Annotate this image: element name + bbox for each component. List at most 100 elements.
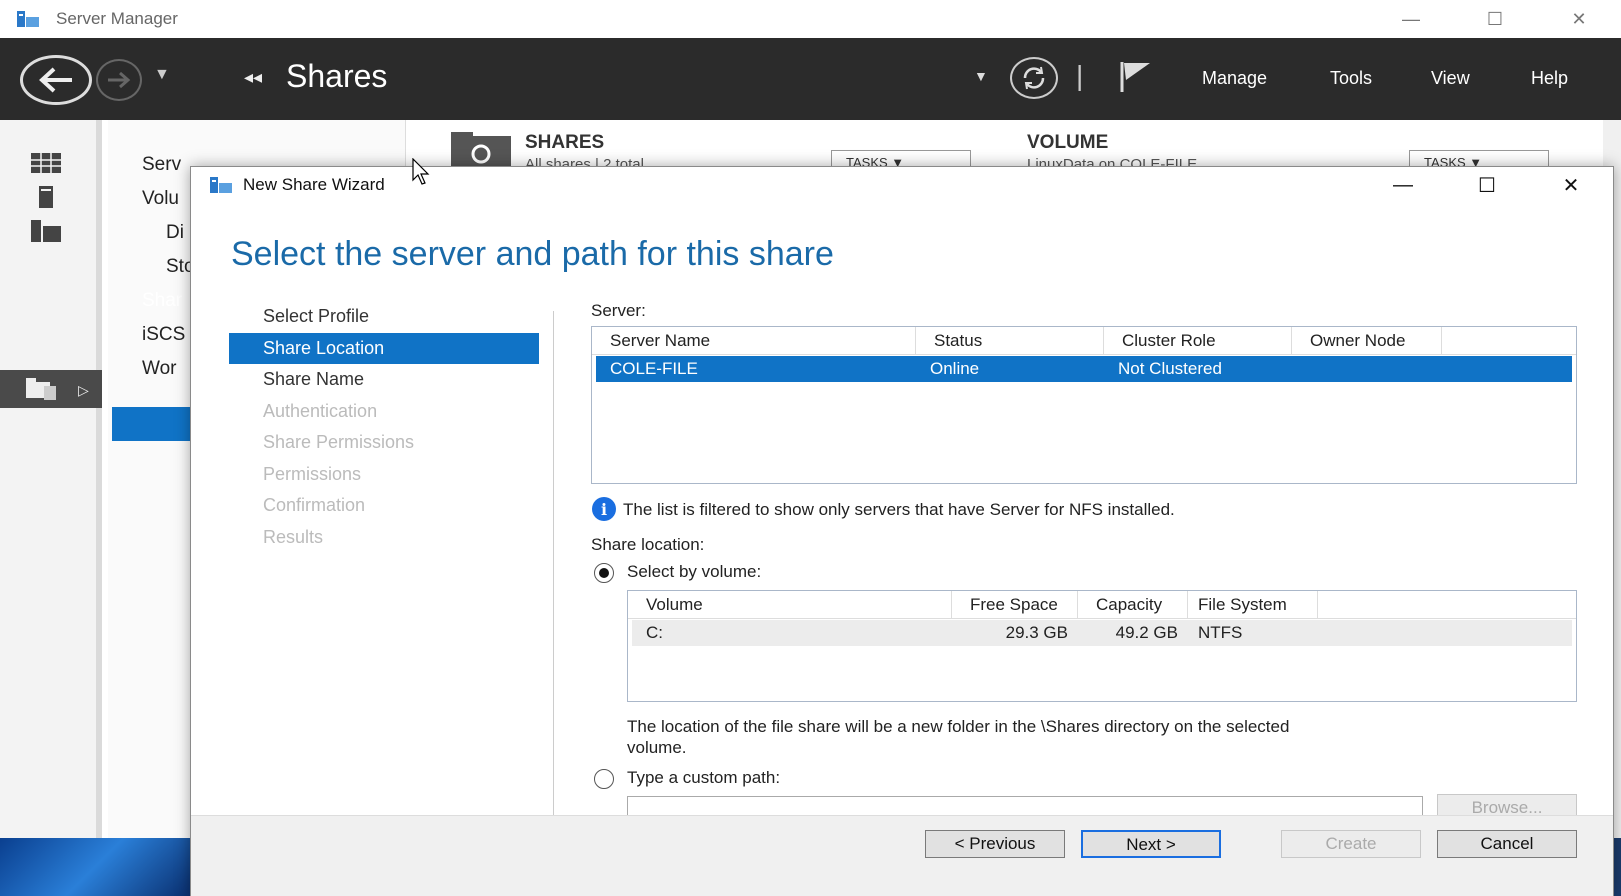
cell-server-name: COLE-FILE [610,359,698,378]
menu-tools[interactable]: Tools [1330,68,1372,89]
previous-button[interactable]: < Previous [925,830,1065,858]
filter-info-text: The list is filtered to show only server… [623,500,1175,519]
column-owner-node[interactable]: Owner Node [1292,327,1442,355]
step-share-name[interactable]: Share Name [229,364,539,396]
step-confirmation: Confirmation [263,495,366,515]
chevron-down-icon[interactable]: ▼ [974,68,988,84]
shares-section-title: SHARES [525,132,605,153]
notifications-button[interactable] [1118,60,1154,99]
column-status[interactable]: Status [916,327,1104,355]
cell-capacity: 49.2 GB [1115,623,1178,642]
window-titlebar: Server Manager — ☐ ✕ [0,0,1621,38]
next-button[interactable]: Next > [1081,830,1221,858]
wizard-footer: < Previous Next > Create Cancel [191,815,1613,896]
wizard-steps: Select Profile Share Location Share Name… [229,301,539,553]
volume-table: Volume Free Space Capacity File System C… [627,590,1577,702]
column-file-system[interactable]: File System [1188,591,1318,619]
location-note-line1: The location of the file share will be a… [627,717,1290,736]
grid-icon [31,153,61,173]
step-share-location[interactable]: Share Location [229,332,539,364]
select-by-volume-label[interactable]: Select by volume: [627,562,761,582]
all-servers-icon[interactable] [30,220,62,242]
wizard-title: New Share Wizard [243,175,385,194]
cell-status: Online [930,359,980,378]
maximize-button[interactable]: ☐ [1453,0,1537,38]
column-free-space[interactable]: Free Space [952,591,1078,619]
back-button[interactable] [20,55,92,105]
nav-item-work-folders[interactable]: Wor [142,358,176,380]
file-storage-icon[interactable] [26,378,58,400]
info-icon: i [592,497,616,521]
share-location-label: Share location: [591,535,705,554]
custom-path-radio[interactable] [594,769,614,789]
cell-file-system: NTFS [1198,623,1243,642]
server-row-cole-file[interactable]: COLE-FILE Online Not Clustered [596,356,1572,382]
column-server-name[interactable]: Server Name [592,327,916,355]
left-icon-bar: ▷ [0,120,102,838]
menu-help[interactable]: Help [1531,68,1568,89]
desktop-background [0,838,190,896]
steps-divider [553,311,554,821]
step-share-permissions: Share Permissions [263,432,415,452]
history-dropdown-icon[interactable]: ▼ [154,66,170,84]
server-icon [39,186,53,208]
arrow-left-icon [39,67,72,93]
folder-server-icon [26,378,56,400]
mouse-cursor-icon [412,158,430,185]
nav-item-iscsi[interactable]: iSCS [142,324,185,346]
flag-icon [1120,62,1150,92]
step-select-profile[interactable]: Select Profile [229,301,539,333]
server-label: Server: [591,301,646,320]
breadcrumb-arrows-icon: ◂◂ [244,67,263,87]
wizard-heading: Select the server and path for this shar… [231,235,834,273]
cell-free-space: 29.3 GB [1005,623,1068,642]
location-note-line2: volume. [627,738,687,757]
step-permissions: Permissions [263,463,362,484]
step-results: Results [263,526,324,547]
expand-arrow-icon[interactable]: ▷ [78,382,89,399]
menu-manage[interactable]: Manage [1202,68,1267,89]
wizard-maximize-button[interactable]: ☐ [1445,167,1529,203]
select-by-volume-radio[interactable] [594,563,614,583]
forward-button[interactable] [96,59,142,101]
volume-section-title: VOLUME [1027,132,1109,153]
wizard-minimize-button[interactable]: — [1361,167,1445,203]
column-volume[interactable]: Volume [628,591,952,619]
nav-item-disks[interactable]: Di [166,222,184,244]
shares-folder-icon [451,132,511,168]
cell-cluster-role: Not Clustered [1118,359,1222,378]
volume-table-header: Volume Free Space Capacity File System [628,591,1576,619]
nav-item-volumes[interactable]: Volu [142,188,179,210]
refresh-button[interactable] [1010,57,1058,99]
column-cluster-role[interactable]: Cluster Role [1104,327,1292,355]
create-button[interactable]: Create [1281,830,1421,858]
app-header: ▼ ◂◂ Shares ▼ | Manage Tools View Help [0,38,1621,120]
nav-item-servers[interactable]: Serv [142,154,181,176]
dashboard-icon[interactable] [30,152,62,174]
column-capacity[interactable]: Capacity [1078,591,1188,619]
wizard-app-icon [210,177,232,193]
header-separator: | [1076,60,1084,91]
custom-path-label[interactable]: Type a custom path: [627,768,780,788]
volume-row-c[interactable]: C: 29.3 GB 49.2 GB NTFS [632,620,1572,646]
server-table: Server Name Status Cluster Role Owner No… [591,326,1577,484]
new-share-wizard-dialog: New Share Wizard — ☐ ✕ Select the server… [190,166,1614,896]
server-table-header: Server Name Status Cluster Role Owner No… [592,327,1576,355]
cancel-button[interactable]: Cancel [1437,830,1577,858]
local-server-icon[interactable] [30,186,62,208]
page-title: Shares [286,58,388,94]
step-authentication: Authentication [263,400,378,421]
close-button[interactable]: ✕ [1537,0,1621,38]
wizard-titlebar: New Share Wizard — ☐ ✕ [191,167,1613,203]
nav-item-shares[interactable]: Shar [142,290,182,312]
minimize-button[interactable]: — [1369,0,1453,38]
cell-owner-node [1292,356,1442,382]
wizard-close-button[interactable]: ✕ [1529,167,1613,203]
arrow-right-icon [108,71,131,89]
window-title: Server Manager [56,9,178,28]
server-manager-icon [17,11,39,27]
cell-volume: C: [646,623,663,642]
menu-view[interactable]: View [1431,68,1470,89]
refresh-icon [1023,66,1045,90]
servers-icon [31,220,61,242]
